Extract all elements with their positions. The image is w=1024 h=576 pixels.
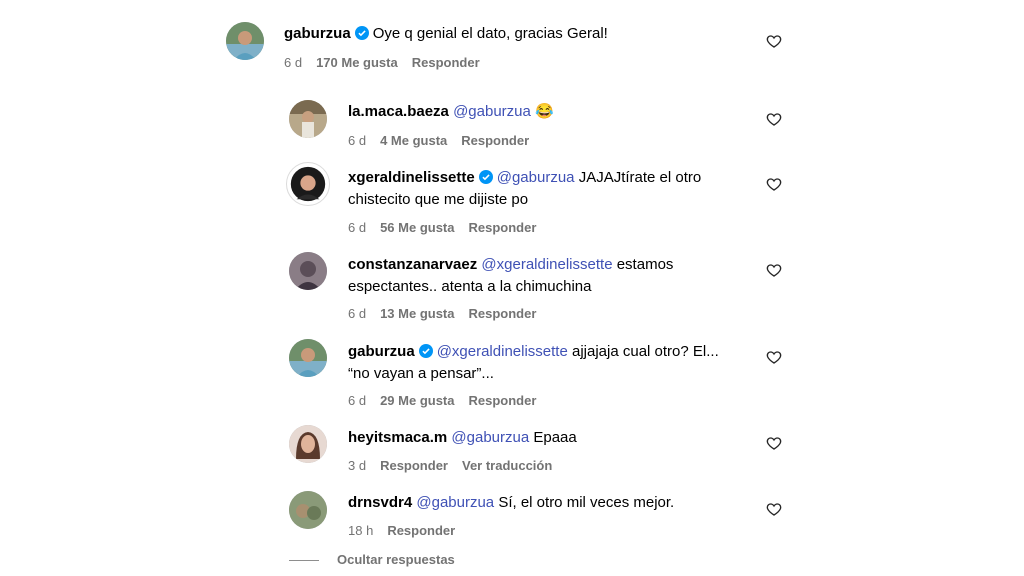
avatar[interactable] [286, 162, 330, 206]
reply-button[interactable]: Responder [387, 523, 455, 538]
heart-outline-icon[interactable] [766, 262, 782, 278]
heart-outline-icon[interactable] [766, 33, 782, 49]
comment-body: Oye q genial el dato, gracias Geral! [372, 25, 608, 42]
timestamp: 6 d [348, 133, 367, 148]
mention-link[interactable]: @gaburzua [453, 103, 531, 120]
reply-button[interactable]: Responder [469, 306, 537, 321]
comment-text: heyitsmaca.m @gaburzua Epaaa [348, 427, 577, 449]
comment-meta: 18 h Responder [348, 523, 469, 538]
hide-replies-button[interactable]: Ocultar respuestas [337, 552, 455, 567]
comment-body: JAJAJtírate el otro [578, 169, 702, 186]
mention-link[interactable]: @gaburzua [416, 494, 494, 511]
avatar[interactable] [289, 339, 327, 377]
comment-text: xgeraldinelissette @gaburzua JAJAJtírate … [348, 167, 701, 210]
reply-button[interactable]: Responder [469, 393, 537, 408]
timestamp: 6 d [284, 55, 303, 70]
mention-link[interactable]: @xgeraldinelissette [437, 343, 568, 360]
reply-button[interactable]: Responder [461, 133, 529, 148]
timestamp: 6 d [348, 220, 367, 235]
likes-count[interactable]: 56 Me gusta [380, 220, 454, 235]
avatar[interactable] [226, 22, 264, 60]
verified-badge-icon [418, 344, 433, 358]
reply-button[interactable]: Responder [469, 220, 537, 235]
comment-meta: 6 d 29 Me gusta Responder [348, 393, 550, 408]
username[interactable]: xgeraldinelissette [348, 169, 475, 186]
reply-button[interactable]: Responder [412, 55, 480, 70]
avatar[interactable] [289, 252, 327, 290]
comment-body-line2: “no vayan a pensar”... [348, 364, 494, 382]
comment-text: la.maca.baeza @gaburzua 😂 [348, 101, 554, 123]
likes-count[interactable]: 13 Me gusta [380, 306, 454, 321]
avatar[interactable] [289, 491, 327, 529]
see-translation-button[interactable]: Ver traducción [462, 458, 552, 473]
heart-outline-icon[interactable] [766, 501, 782, 517]
timestamp: 6 d [348, 306, 367, 321]
mention-link[interactable]: @gaburzua [451, 429, 529, 446]
comment-meta: 6 d 4 Me gusta Responder [348, 133, 543, 148]
comment-body-line2: espectantes.. atenta a la chimuchina [348, 277, 592, 295]
timestamp: 18 h [348, 523, 374, 538]
comment-text: constanzanarvaez @xgeraldinelissette est… [348, 254, 673, 297]
comment-body: 😂 [535, 103, 554, 120]
avatar[interactable] [289, 425, 327, 463]
hide-replies-divider [289, 560, 319, 561]
mention-link[interactable]: @xgeraldinelissette [481, 256, 612, 273]
heart-outline-icon[interactable] [766, 176, 782, 192]
heart-outline-icon[interactable] [766, 111, 782, 127]
avatar[interactable] [289, 100, 327, 138]
comment-meta: 6 d 56 Me gusta Responder [348, 220, 550, 235]
comment-meta: 6 d 170 Me gusta Responder [284, 55, 494, 70]
username[interactable]: constanzanarvaez [348, 256, 477, 273]
comment-body: estamos [616, 256, 674, 273]
timestamp: 3 d [348, 458, 367, 473]
verified-badge-icon [354, 26, 369, 40]
username[interactable]: la.maca.baeza [348, 103, 449, 120]
username[interactable]: drnsvdr4 [348, 494, 412, 511]
timestamp: 6 d [348, 393, 367, 408]
mention-link[interactable]: @gaburzua [497, 169, 575, 186]
heart-outline-icon[interactable] [766, 349, 782, 365]
comment-text: gaburzua @xgeraldinelissette ajjajaja cua… [348, 341, 719, 384]
reply-button[interactable]: Responder [380, 458, 448, 473]
heart-outline-icon[interactable] [766, 435, 782, 451]
username[interactable]: gaburzua [348, 343, 415, 360]
verified-badge-icon [478, 170, 493, 184]
username[interactable]: heyitsmaca.m [348, 429, 447, 446]
likes-count[interactable]: 29 Me gusta [380, 393, 454, 408]
comment-body-line2: chistecito que me dijiste po [348, 190, 529, 208]
comment-body: Sí, el otro mil veces mejor. [498, 494, 675, 511]
likes-count[interactable]: 170 Me gusta [316, 55, 398, 70]
comment-body: Epaaa [533, 429, 577, 446]
comment-meta: 3 d Responder Ver traducción [348, 458, 566, 473]
comment-meta: 6 d 13 Me gusta Responder [348, 306, 550, 321]
comment-text: drnsvdr4 @gaburzua Sí, el otro mil veces… [348, 492, 674, 514]
comment-text: gaburzua Oye q genial el dato, gracias Ge… [284, 23, 608, 45]
username[interactable]: gaburzua [284, 25, 351, 42]
likes-count[interactable]: 4 Me gusta [380, 133, 447, 148]
comment-body: ajjajaja cual otro? El... [572, 343, 719, 360]
